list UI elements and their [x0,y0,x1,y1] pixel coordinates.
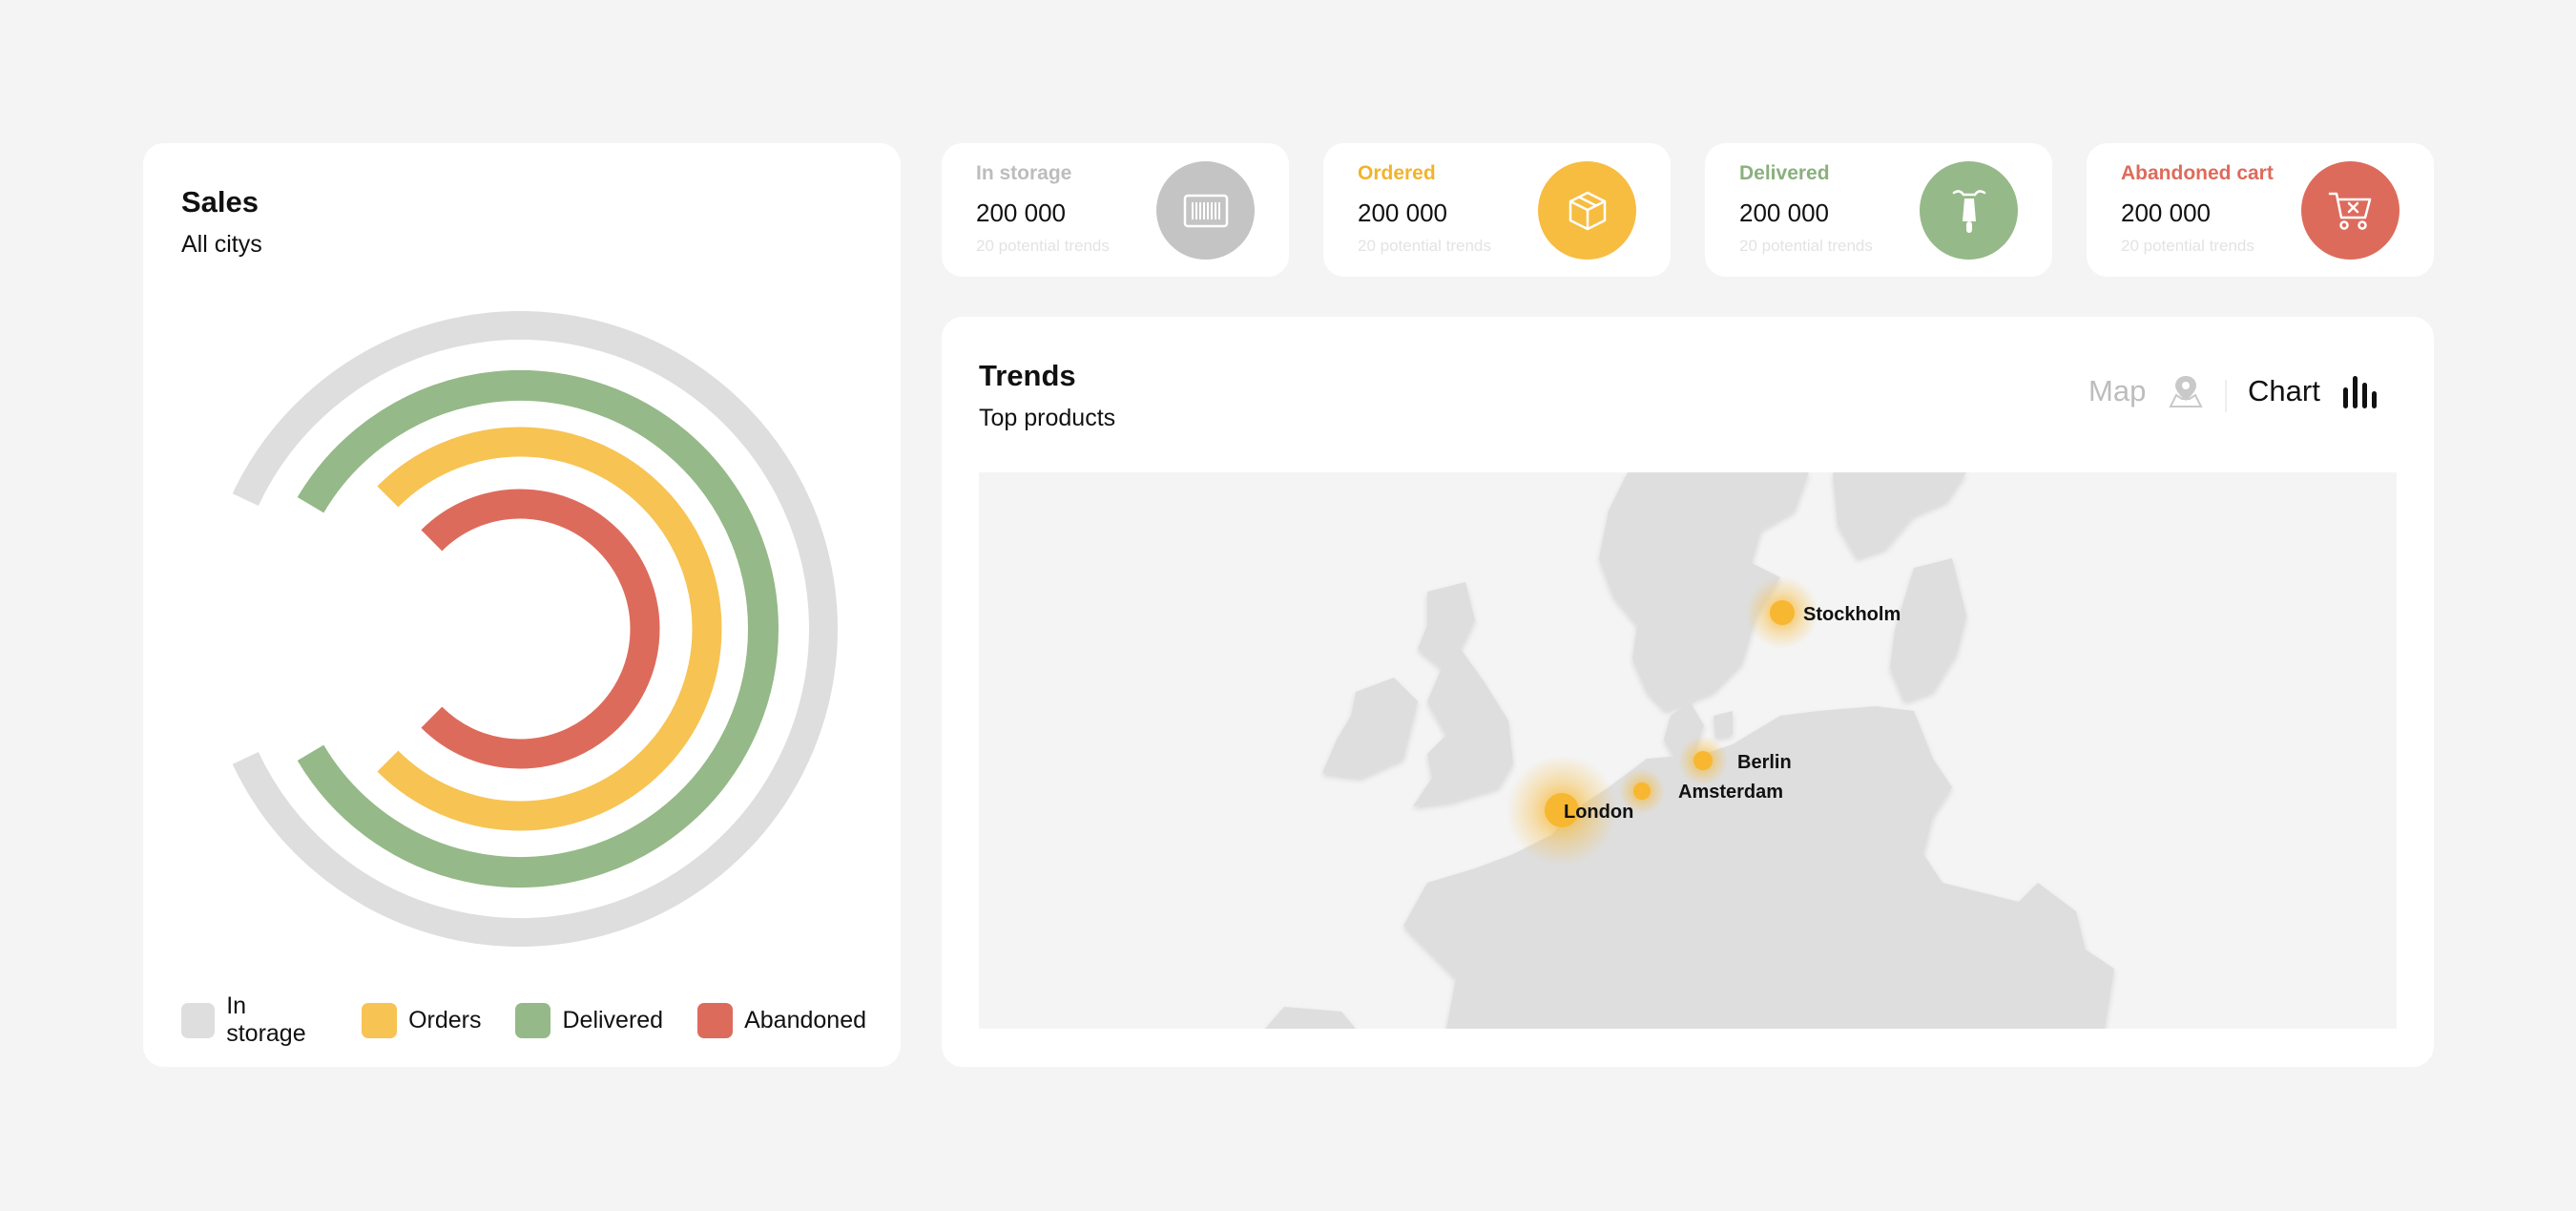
legend-item-abandoned[interactable]: Abandoned [697,1002,866,1038]
ring-abandoned[interactable] [421,489,660,769]
chart-toggle-button[interactable]: Chart [2248,374,2379,408]
legend-item-orders[interactable]: Orders [362,1002,482,1038]
stat-card-delivered[interactable]: Delivered 200 000 20 potential trends [1705,143,2052,277]
stat-label: Abandoned cart [2121,162,2274,184]
stat-value: 200 000 [1358,198,1447,227]
city-marker-stockholm[interactable]: Stockholm [1746,576,1901,649]
sales-card: Sales All citys In storage Orders Delive… [143,143,901,1067]
legend-label: In storage [226,992,306,1047]
barcode-icon [1183,194,1228,227]
map-toggle-button[interactable]: Map [2088,374,2205,408]
stat-sub: 20 potential trends [976,237,1110,255]
trends-card: Trends Top products Map Chart Stockholm … [942,317,2434,1067]
legend-swatch [515,1002,551,1038]
trends-title: Trends [979,359,1076,392]
legend-label: Abandoned [744,1006,866,1034]
map-svg: Stockholm Berlin Amsterdam London [1265,472,2114,1029]
stat-label: Ordered [1358,162,1436,184]
stat-value: 200 000 [976,198,1066,227]
stat-value: 200 000 [2121,198,2211,227]
ring-in-storage[interactable] [232,311,838,947]
chart-legend: In storage Orders Delivered Abandoned [181,992,901,1048]
legend-swatch [181,1002,216,1038]
legend-swatch [362,1002,398,1038]
map-pin-icon [2169,376,2203,407]
toggle-divider [2225,380,2227,412]
stat-sub: 20 potential trends [2121,237,2254,255]
stat-badge [1538,161,1636,260]
legend-label: Orders [408,1006,482,1034]
stat-label: In storage [976,162,1072,184]
legend-label: Delivered [562,1006,664,1034]
bar-chart-icon [2342,376,2377,408]
radial-bar-chart [232,311,838,947]
box-icon [1568,191,1606,230]
city-label: London [1564,802,1633,823]
stat-badge [1920,161,2018,260]
city-label: Amsterdam [1678,782,1783,803]
stat-badge [2301,161,2399,260]
city-label: Stockholm [1803,604,1901,625]
legend-swatch [697,1002,734,1038]
stat-badge [1156,161,1255,260]
stat-label: Delivered [1739,162,1830,184]
chart-toggle-label: Chart [2248,374,2320,407]
stat-value: 200 000 [1739,198,1829,227]
stat-sub: 20 potential trends [1358,237,1491,255]
stat-card-in-storage[interactable]: In storage 200 000 20 potential trends [942,143,1289,277]
stat-card-ordered[interactable]: Ordered 200 000 20 potential trends [1323,143,1671,277]
legend-item-delivered[interactable]: Delivered [515,1002,664,1038]
stat-sub: 20 potential trends [1739,237,1873,255]
map-toggle-label: Map [2088,374,2147,407]
stat-card-abandoned-cart[interactable]: Abandoned cart 200 000 20 potential tren… [2087,143,2434,277]
city-label: Berlin [1737,752,1792,773]
scooter-icon [1952,189,1985,233]
cart-x-icon [2328,192,2371,230]
trends-subtitle: Top products [979,405,1116,431]
legend-item-storage[interactable]: In storage [181,992,327,1048]
europe-map[interactable]: Stockholm Berlin Amsterdam London [979,472,2397,1029]
